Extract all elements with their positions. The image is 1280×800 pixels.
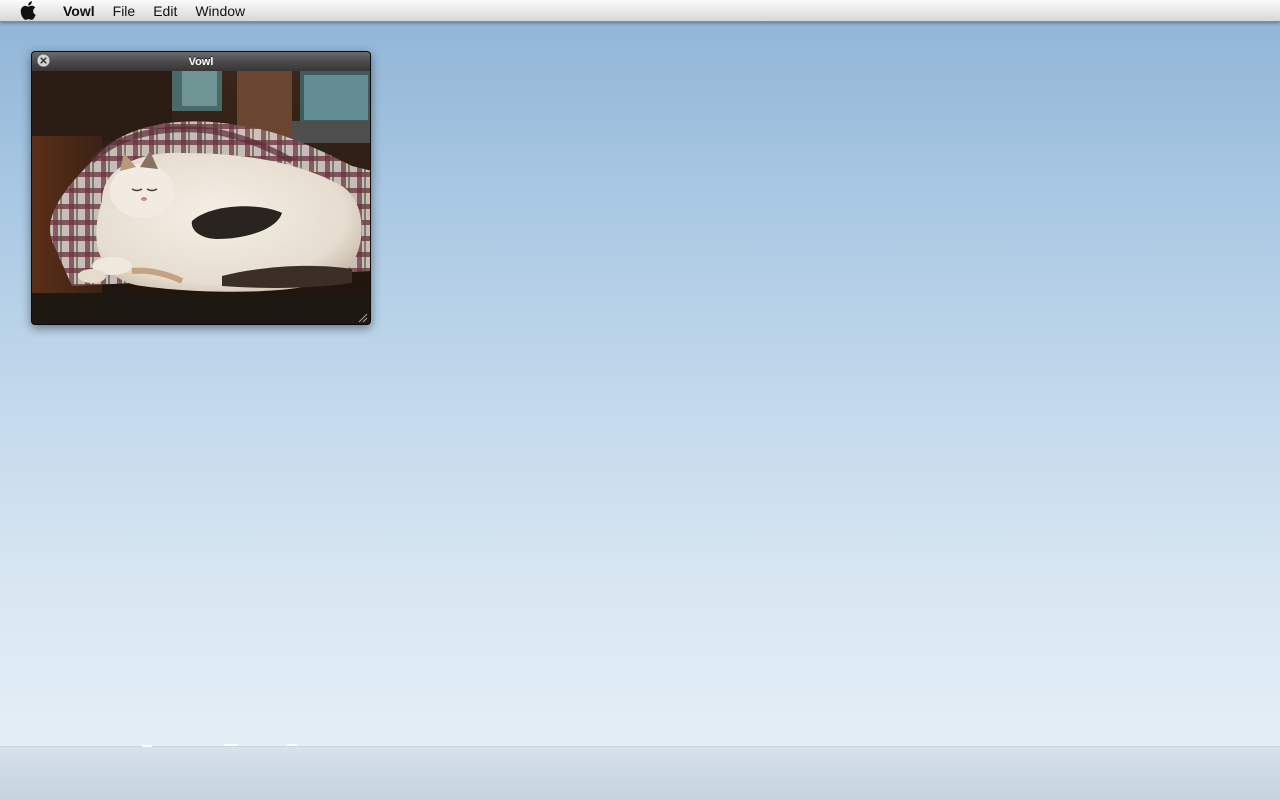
sleeping-cat-photo	[32, 71, 370, 324]
wallpaper-ship	[287, 744, 297, 746]
wallpaper-ship	[142, 745, 152, 747]
menu-edit[interactable]: Edit	[144, 0, 186, 22]
menu-file[interactable]: File	[104, 0, 145, 22]
window-titlebar[interactable]: Vowl	[32, 52, 370, 71]
menu-vowl[interactable]: Vowl	[54, 0, 104, 22]
menu-bar: Vowl File Edit Window	[0, 0, 1280, 22]
wallpaper-ship	[224, 744, 238, 746]
menu-window[interactable]: Window	[186, 0, 254, 22]
close-icon[interactable]	[37, 54, 50, 67]
vowl-window[interactable]: Vowl	[31, 51, 371, 325]
window-title: Vowl	[188, 55, 214, 68]
apple-logo-icon[interactable]	[18, 1, 38, 21]
resize-grip-icon[interactable]	[356, 310, 368, 323]
wallpaper-sea	[0, 744, 1280, 800]
